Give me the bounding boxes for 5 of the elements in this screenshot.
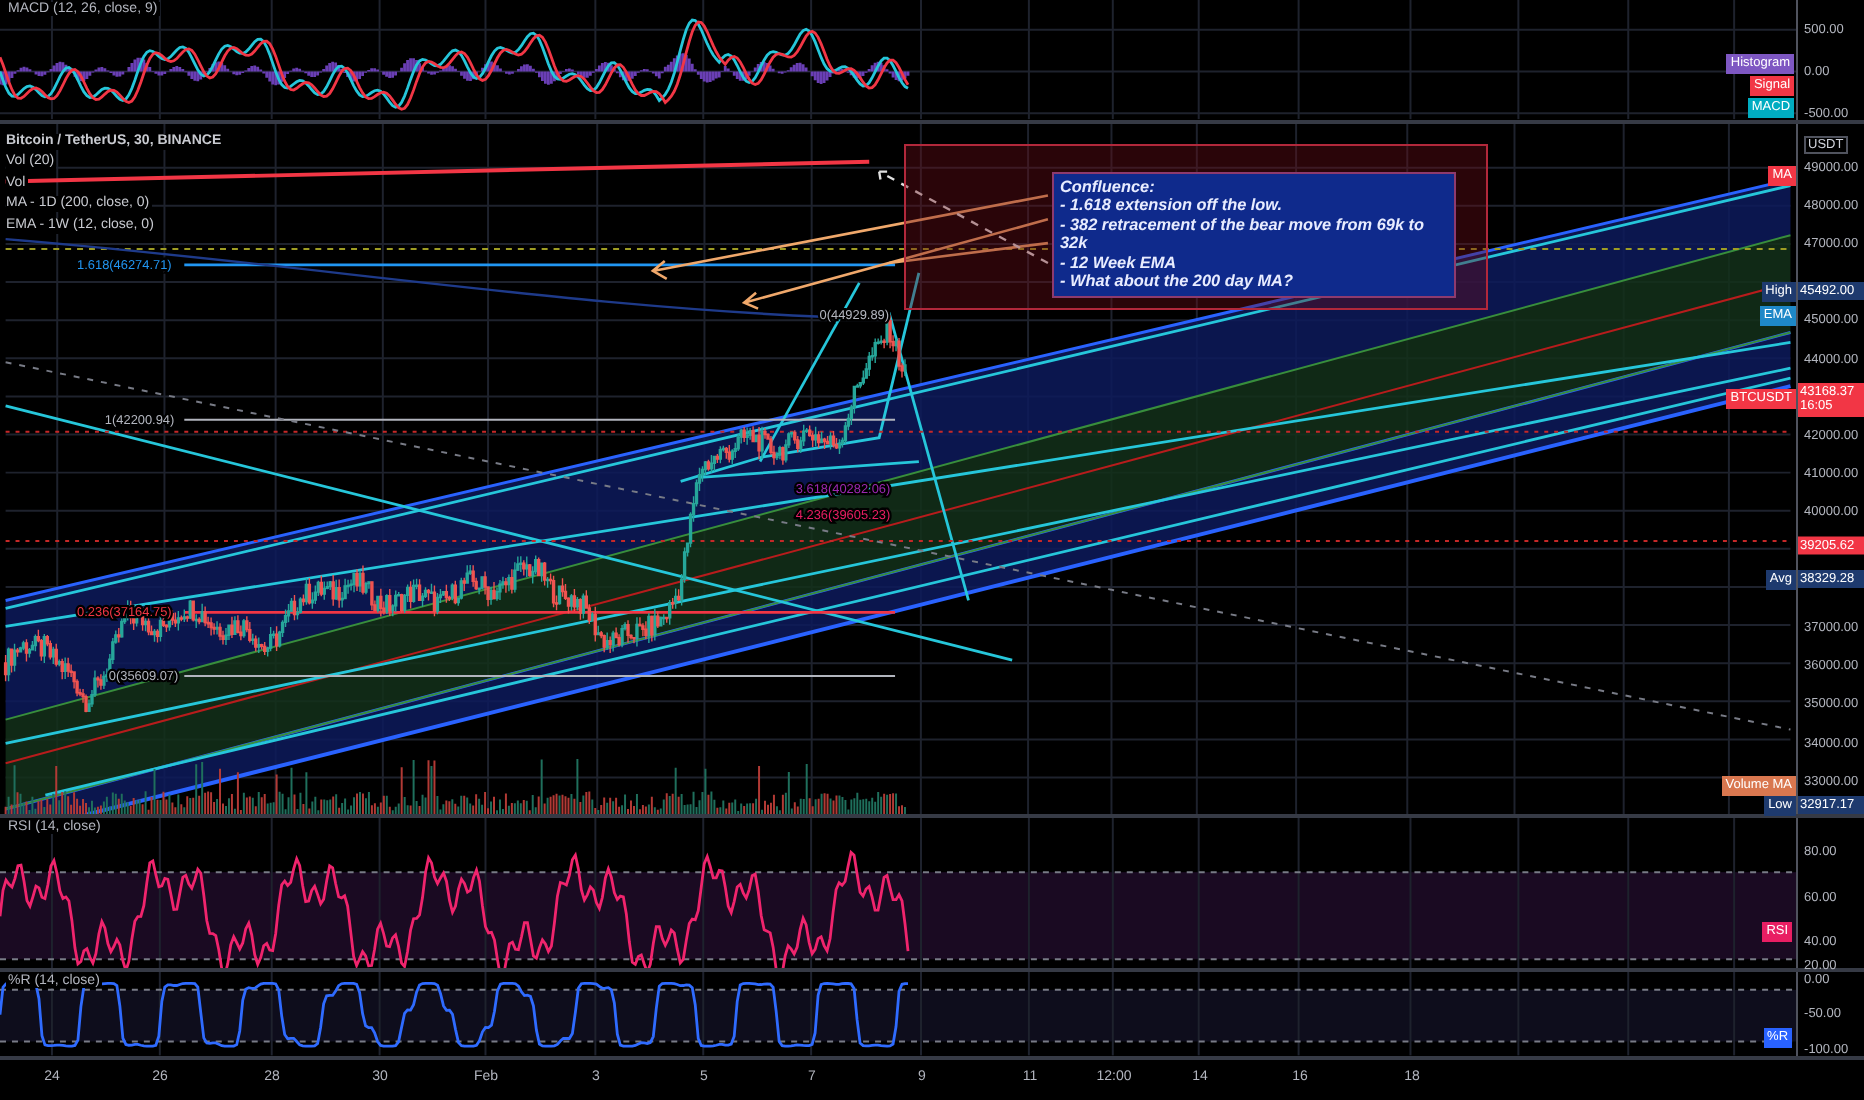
note-line: - 1.618 extension off the low. bbox=[1060, 196, 1285, 216]
note-line: - 12 Week EMA bbox=[1060, 253, 1179, 273]
note-title: Confluence: bbox=[1060, 177, 1157, 197]
note-line: - What about the 200 day MA? bbox=[1060, 272, 1295, 292]
note-line: - 382 retracement of the bear move from 69k to 32k bbox=[1060, 215, 1427, 254]
